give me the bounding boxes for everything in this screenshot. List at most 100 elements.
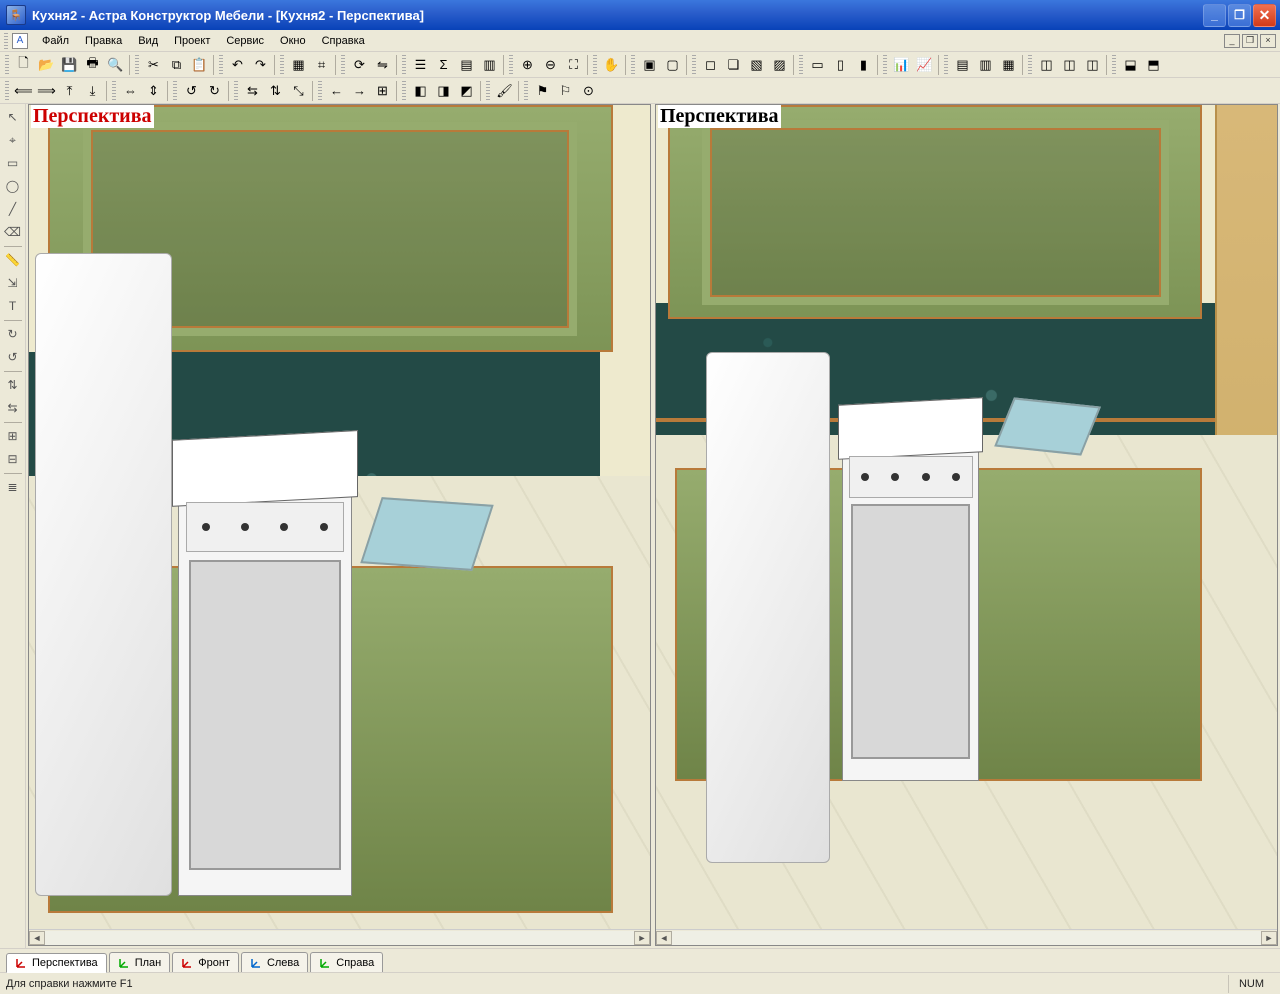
chart-line-icon[interactable]: 📈: [913, 54, 936, 76]
grid2-icon[interactable]: ⊞: [371, 80, 394, 102]
line-icon[interactable]: ╱: [2, 198, 24, 220]
menu-item-справка[interactable]: Справка: [314, 32, 373, 50]
toolbar-handle[interactable]: [944, 55, 948, 75]
document-icon[interactable]: A: [12, 33, 28, 49]
grp-icon[interactable]: ⊞: [2, 425, 24, 447]
front-icon[interactable]: ▭: [806, 54, 829, 76]
anchor3-icon[interactable]: ⊙: [577, 80, 600, 102]
menubar-handle[interactable]: [4, 33, 8, 49]
dock2-icon[interactable]: ⬒: [1142, 54, 1165, 76]
viewport-left-hscroll[interactable]: ◄ ►: [29, 929, 650, 945]
box3d-icon[interactable]: ❏: [722, 54, 745, 76]
toolbar-handle[interactable]: [5, 81, 9, 101]
copy-icon[interactable]: ⧉: [165, 54, 188, 76]
sum-icon[interactable]: Σ: [432, 54, 455, 76]
toolbar-handle[interactable]: [219, 55, 223, 75]
pointer-icon[interactable]: ↖: [2, 106, 24, 128]
viewport-right-canvas[interactable]: Перспектива: [656, 105, 1277, 929]
rotccw-icon[interactable]: ↺: [2, 346, 24, 368]
toolbar-handle[interactable]: [318, 81, 322, 101]
zoomfit-icon[interactable]: ⛶: [562, 54, 585, 76]
sel-none-icon[interactable]: ▢: [661, 54, 684, 76]
align-t-icon[interactable]: ⤒: [58, 80, 81, 102]
cut-icon[interactable]: ✂: [142, 54, 165, 76]
menu-item-вид[interactable]: Вид: [130, 32, 166, 50]
cube2-icon[interactable]: ◨: [432, 80, 455, 102]
toolbar-handle[interactable]: [1112, 55, 1116, 75]
flip-h-icon[interactable]: ⇆: [241, 80, 264, 102]
text-icon[interactable]: T: [2, 295, 24, 317]
rotcw-icon[interactable]: ↻: [2, 323, 24, 345]
toolbar-handle[interactable]: [135, 55, 139, 75]
tree-icon[interactable]: ☰: [409, 54, 432, 76]
paste-icon[interactable]: 📋: [188, 54, 211, 76]
mirror-icon[interactable]: ⇋: [371, 54, 394, 76]
toolbar-handle[interactable]: [486, 81, 490, 101]
rot-l-icon[interactable]: ↺: [180, 80, 203, 102]
boxcol-icon[interactable]: ▧: [745, 54, 768, 76]
pick-icon[interactable]: ⌖: [2, 129, 24, 151]
toolbar-handle[interactable]: [341, 55, 345, 75]
toolbar-handle[interactable]: [1028, 55, 1032, 75]
grid-icon[interactable]: ▦: [287, 54, 310, 76]
toolbar-handle[interactable]: [402, 81, 406, 101]
chart-icon[interactable]: 📊: [890, 54, 913, 76]
toolbar-handle[interactable]: [402, 55, 406, 75]
dist-h-icon[interactable]: ⇔: [119, 80, 142, 102]
snap-icon[interactable]: ⌗: [310, 54, 333, 76]
cube1-icon[interactable]: ◧: [409, 80, 432, 102]
dock1-icon[interactable]: ⬓: [1119, 54, 1142, 76]
box-icon[interactable]: ◻: [699, 54, 722, 76]
redo-icon[interactable]: ↷: [249, 54, 272, 76]
oval-icon[interactable]: ◯: [2, 175, 24, 197]
menu-item-окно[interactable]: Окно: [272, 32, 314, 50]
move-r-icon[interactable]: →: [348, 80, 371, 102]
ruler-icon[interactable]: 📏: [2, 249, 24, 271]
win3-icon[interactable]: ▦: [997, 54, 1020, 76]
scroll-left-arrow-icon[interactable]: ◄: [29, 931, 45, 945]
mdi-restore-button[interactable]: ❐: [1242, 34, 1258, 48]
toolbar-handle[interactable]: [234, 81, 238, 101]
scroll-right-arrow-icon[interactable]: ►: [634, 931, 650, 945]
menu-item-файл[interactable]: Файл: [34, 32, 77, 50]
wall-icon[interactable]: ▮: [852, 54, 875, 76]
win2-icon[interactable]: ▥: [974, 54, 997, 76]
toolbar-handle[interactable]: [631, 55, 635, 75]
brush-icon[interactable]: 🖌: [493, 80, 516, 102]
dist-v-icon[interactable]: ⇕: [142, 80, 165, 102]
view-tab-план[interactable]: План: [109, 952, 171, 972]
move-l-icon[interactable]: ←: [325, 80, 348, 102]
align-r-icon[interactable]: ⟹: [35, 80, 58, 102]
drill-icon[interactable]: ⟳: [348, 54, 371, 76]
align-b-icon[interactable]: ⤓: [81, 80, 104, 102]
toolbar-handle[interactable]: [799, 55, 803, 75]
hand-icon[interactable]: ✋: [600, 54, 623, 76]
mdi-minimize-button[interactable]: _: [1224, 34, 1240, 48]
toolbar-handle[interactable]: [593, 55, 597, 75]
toolbar-handle[interactable]: [173, 81, 177, 101]
sel-all-icon[interactable]: ▣: [638, 54, 661, 76]
toolbar-handle[interactable]: [692, 55, 696, 75]
view-tab-фронт[interactable]: Фронт: [172, 952, 239, 972]
panel1-icon[interactable]: ◫: [1035, 54, 1058, 76]
rot-r-icon[interactable]: ↻: [203, 80, 226, 102]
layers-icon[interactable]: ≣: [2, 476, 24, 498]
scroll-track[interactable]: [672, 931, 1261, 945]
flip-v-icon[interactable]: ⇅: [264, 80, 287, 102]
menu-item-проект[interactable]: Проект: [166, 32, 218, 50]
panel2-icon[interactable]: ◫: [1058, 54, 1081, 76]
viewport-left-canvas[interactable]: Перспектива: [29, 105, 650, 929]
toolbar-handle[interactable]: [509, 55, 513, 75]
view-tab-перспектива[interactable]: Перспектива: [6, 953, 107, 973]
back-icon[interactable]: ▯: [829, 54, 852, 76]
viewport-right-hscroll[interactable]: ◄ ►: [656, 929, 1277, 945]
erase-icon[interactable]: ⌫: [2, 221, 24, 243]
menu-item-правка[interactable]: Правка: [77, 32, 130, 50]
toolbar-handle[interactable]: [5, 55, 9, 75]
zoomout-icon[interactable]: ⊖: [539, 54, 562, 76]
layer-icon[interactable]: ▥: [478, 54, 501, 76]
toolbar-handle[interactable]: [524, 81, 528, 101]
viewport-right[interactable]: Перспектива ◄ ►: [655, 104, 1278, 946]
boxcol2-icon[interactable]: ▨: [768, 54, 791, 76]
align-l-icon[interactable]: ⟸: [12, 80, 35, 102]
